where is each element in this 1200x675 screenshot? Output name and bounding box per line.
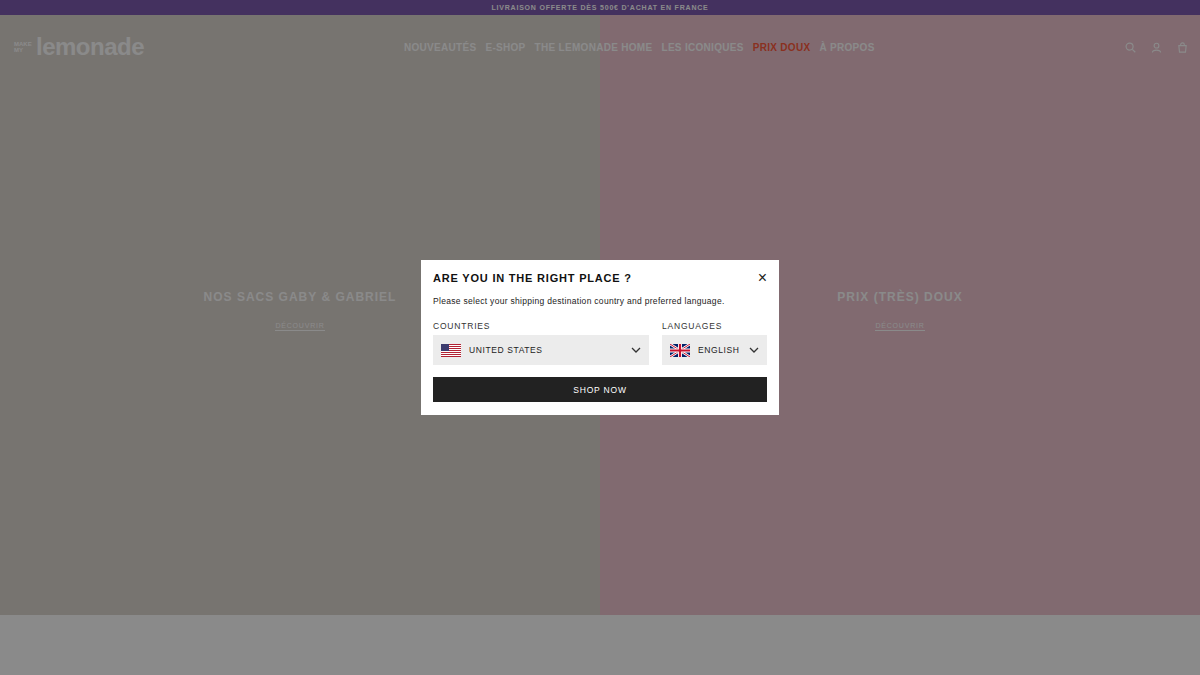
modal-header: ARE YOU IN THE RIGHT PLACE ? × (433, 270, 767, 286)
chevron-down-icon (749, 347, 759, 353)
language-field: LANGUAGES ENGLISH (662, 321, 767, 365)
chevron-down-icon (631, 347, 641, 353)
modal-title: ARE YOU IN THE RIGHT PLACE ? (433, 272, 632, 284)
uk-flag-icon (670, 344, 690, 357)
languages-label: LANGUAGES (662, 321, 767, 331)
country-select[interactable]: UNITED STATES (433, 335, 649, 365)
country-modal: ARE YOU IN THE RIGHT PLACE ? × Please sele… (421, 260, 779, 415)
us-flag-icon (441, 344, 461, 357)
modal-text: Please select your shipping destination … (433, 296, 767, 307)
close-button[interactable]: × (752, 270, 767, 286)
modal-fields: COUNTRIES UNITED STATES LANGUAGES ENGLISH (433, 321, 767, 365)
language-select[interactable]: ENGLISH (662, 335, 767, 365)
countries-label: COUNTRIES (433, 321, 649, 331)
country-field: COUNTRIES UNITED STATES (433, 321, 649, 365)
country-value: UNITED STATES (469, 345, 623, 355)
shop-now-button[interactable]: SHOP NOW (433, 377, 767, 402)
page: LIVRAISON OFFERTE DÈS 500€ D'ACHAT EN FR… (0, 0, 1200, 675)
language-value: ENGLISH (698, 345, 741, 355)
modal-backdrop[interactable]: ARE YOU IN THE RIGHT PLACE ? × Please sele… (0, 0, 1200, 675)
